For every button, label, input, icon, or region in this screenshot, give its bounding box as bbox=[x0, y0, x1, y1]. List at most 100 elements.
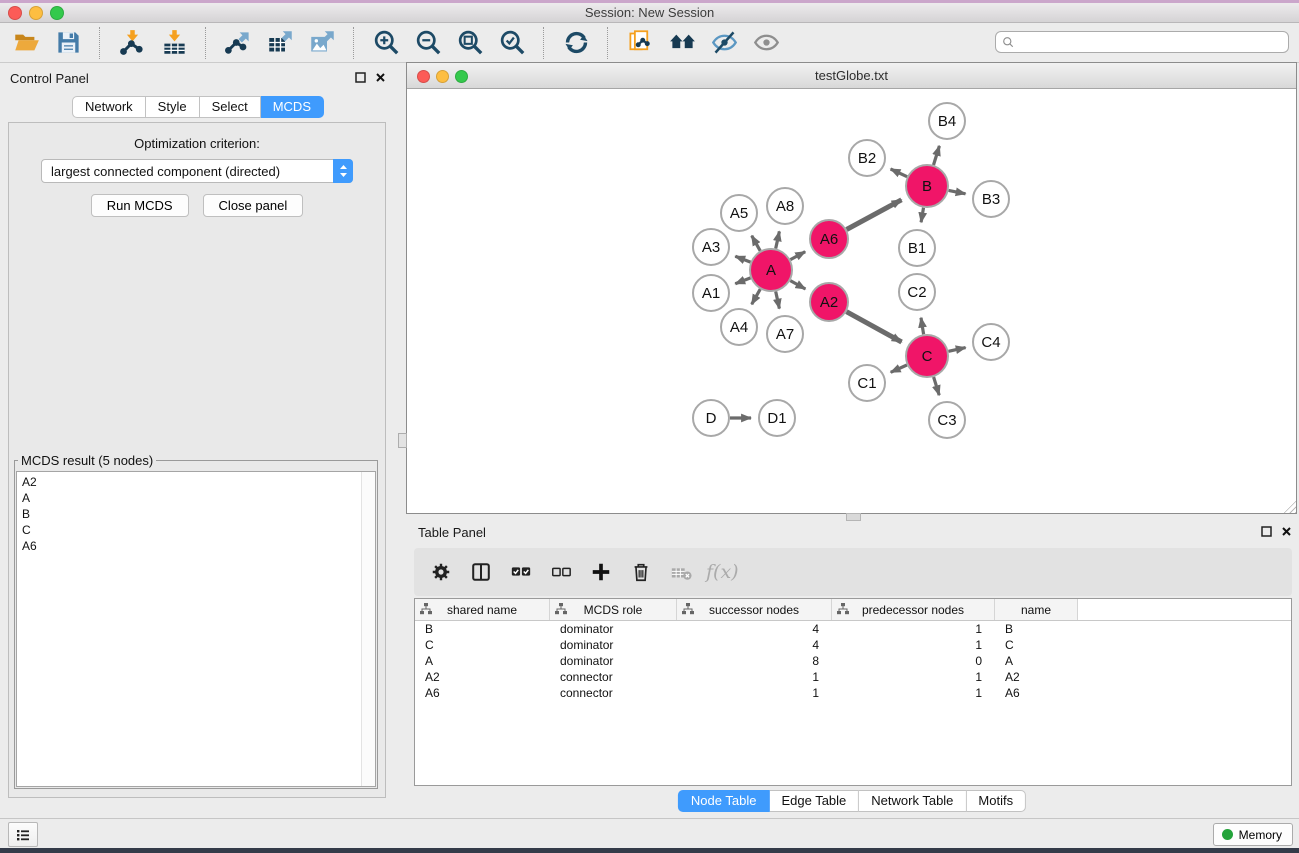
window-list-button[interactable] bbox=[8, 822, 38, 847]
graph-node-C2[interactable]: C2 bbox=[899, 274, 935, 310]
tab-edge-table[interactable]: Edge Table bbox=[769, 790, 859, 812]
graph-node-D1[interactable]: D1 bbox=[759, 400, 795, 436]
network-graph[interactable]: B4 B2 B B3 A5 A8A6 A3 B1 A A1 C2 A2 A4 A7 C C4 C1 C3 D D1 bbox=[407, 89, 1296, 513]
close-panel-icon[interactable] bbox=[375, 72, 386, 83]
new-network-from-selection-icon[interactable] bbox=[622, 27, 658, 59]
save-session-icon[interactable] bbox=[50, 27, 86, 59]
export-image-icon[interactable] bbox=[304, 27, 340, 59]
graph-node-A8[interactable]: A8 bbox=[767, 188, 803, 224]
graph-node-A5[interactable]: A5 bbox=[721, 195, 757, 231]
mcds-result-list[interactable]: A2ABCA6 bbox=[16, 471, 376, 787]
graph-node-B3[interactable]: B3 bbox=[973, 181, 1009, 217]
export-network-icon[interactable] bbox=[220, 27, 256, 59]
column-header-shared-name[interactable]: shared name bbox=[415, 599, 550, 620]
graph-edge-C-C2[interactable] bbox=[921, 318, 924, 335]
graph-edge-A-A4[interactable] bbox=[752, 289, 761, 304]
graph-edge-A-A2[interactable] bbox=[790, 281, 805, 289]
zoom-out-icon[interactable] bbox=[410, 27, 446, 59]
column-header-name[interactable]: name bbox=[995, 599, 1078, 620]
tab-node-table[interactable]: Node Table bbox=[678, 790, 770, 812]
select-all-icon[interactable] bbox=[506, 557, 536, 587]
run-mcds-button[interactable]: Run MCDS bbox=[91, 194, 189, 217]
graph-node-A4[interactable]: A4 bbox=[721, 309, 757, 345]
graph-node-A3[interactable]: A3 bbox=[693, 229, 729, 265]
graph-node-C3[interactable]: C3 bbox=[929, 402, 965, 438]
open-file-icon[interactable] bbox=[8, 27, 44, 59]
export-table-icon[interactable] bbox=[262, 27, 298, 59]
graph-edge-B-B1[interactable] bbox=[921, 208, 923, 223]
first-neighbors-icon[interactable] bbox=[664, 27, 700, 59]
show-all-icon[interactable] bbox=[748, 27, 784, 59]
search-field[interactable] bbox=[995, 31, 1289, 53]
graph-node-A7[interactable]: A7 bbox=[767, 316, 803, 352]
refresh-icon[interactable] bbox=[558, 27, 594, 59]
graph-node-B[interactable]: B bbox=[906, 165, 948, 207]
graph-edge-B-B3[interactable] bbox=[949, 190, 966, 193]
graph-node-A1[interactable]: A1 bbox=[693, 275, 729, 311]
float-table-panel-icon[interactable] bbox=[1261, 526, 1272, 537]
column-header-predecessor-nodes[interactable]: predecessor nodes bbox=[832, 599, 995, 620]
column-header-mcds-role[interactable]: MCDS role bbox=[550, 599, 677, 620]
close-panel-button[interactable]: Close panel bbox=[203, 194, 304, 217]
graph-edge-C-C3[interactable] bbox=[934, 377, 940, 395]
column-header-successor-nodes[interactable]: successor nodes bbox=[677, 599, 832, 620]
graph-edge-A-A5[interactable] bbox=[752, 236, 761, 251]
hide-selected-icon[interactable] bbox=[706, 27, 742, 59]
network-canvas[interactable]: B4 B2 B B3 A5 A8A6 A3 B1 A A1 C2 A2 A4 A7 C C4 C1 C3 D D1 bbox=[407, 89, 1296, 513]
memory-button[interactable]: Memory bbox=[1213, 823, 1293, 846]
graph-edge-A-A3[interactable] bbox=[735, 256, 750, 262]
graph-edge-A-A7[interactable] bbox=[776, 292, 780, 309]
optimization-criterion-select[interactable]: largest connected component (directed) bbox=[41, 159, 353, 183]
zoom-selected-icon[interactable] bbox=[494, 27, 530, 59]
table-row[interactable]: Cdominator41C bbox=[415, 637, 1291, 653]
tab-network[interactable]: Network bbox=[72, 96, 146, 118]
deselect-all-icon[interactable] bbox=[546, 557, 576, 587]
graph-node-C4[interactable]: C4 bbox=[973, 324, 1009, 360]
graph-edge-B-B2[interactable] bbox=[891, 169, 908, 177]
graph-edge-A-A8[interactable] bbox=[776, 231, 780, 248]
import-network-icon[interactable] bbox=[114, 27, 150, 59]
graph-edge-A-A6[interactable] bbox=[790, 252, 805, 260]
mcds-result-item[interactable]: C bbox=[22, 522, 375, 538]
add-column-icon[interactable] bbox=[586, 557, 616, 587]
zoom-in-icon[interactable] bbox=[368, 27, 404, 59]
table-row[interactable]: A2connector11A2 bbox=[415, 669, 1291, 685]
graph-node-B2[interactable]: B2 bbox=[849, 140, 885, 176]
graph-node-C[interactable]: C bbox=[906, 335, 948, 377]
graph-edge-B-B4[interactable] bbox=[934, 146, 940, 165]
graph-edge-C-C1[interactable] bbox=[891, 365, 907, 372]
mcds-result-item[interactable]: A2 bbox=[22, 474, 375, 490]
zoom-fit-icon[interactable] bbox=[452, 27, 488, 59]
graph-edge-A-A1[interactable] bbox=[735, 278, 750, 284]
graph-node-A2[interactable]: A2 bbox=[810, 283, 848, 321]
table-row[interactable]: Adominator80A bbox=[415, 653, 1291, 669]
table-row[interactable]: Bdominator41B bbox=[415, 621, 1291, 637]
graph-node-A6[interactable]: A6 bbox=[810, 220, 848, 258]
import-table-icon[interactable] bbox=[156, 27, 192, 59]
network-window-titlebar[interactable]: testGlobe.txt bbox=[407, 63, 1296, 89]
tab-style[interactable]: Style bbox=[146, 96, 200, 118]
tab-select[interactable]: Select bbox=[200, 96, 261, 118]
tab-mcds[interactable]: MCDS bbox=[261, 96, 324, 118]
mcds-result-item[interactable]: B bbox=[22, 506, 375, 522]
tab-network-table[interactable]: Network Table bbox=[859, 790, 966, 812]
delete-column-icon[interactable] bbox=[626, 557, 656, 587]
graph-node-D[interactable]: D bbox=[693, 400, 729, 436]
result-scrollbar[interactable] bbox=[361, 472, 375, 786]
tab-motifs[interactable]: Motifs bbox=[966, 790, 1026, 812]
graph-node-C1[interactable]: C1 bbox=[849, 365, 885, 401]
graph-node-B4[interactable]: B4 bbox=[929, 103, 965, 139]
graph-node-A[interactable]: A bbox=[750, 249, 792, 291]
graph-node-B1[interactable]: B1 bbox=[899, 230, 935, 266]
graph-edge-A2-C[interactable] bbox=[847, 312, 902, 342]
graph-edge-C-C4[interactable] bbox=[949, 348, 966, 352]
table-settings-icon[interactable] bbox=[426, 557, 456, 587]
float-panel-icon[interactable] bbox=[355, 72, 366, 83]
graph-edge-A6-B[interactable] bbox=[847, 200, 902, 230]
table-row[interactable]: A6connector11A6 bbox=[415, 685, 1291, 701]
mcds-result-item[interactable]: A6 bbox=[22, 538, 375, 554]
column-visibility-icon[interactable] bbox=[466, 557, 496, 587]
close-table-panel-icon[interactable] bbox=[1281, 526, 1292, 537]
search-input[interactable] bbox=[1015, 33, 1288, 51]
vertical-scroll-thumb[interactable] bbox=[398, 433, 407, 448]
